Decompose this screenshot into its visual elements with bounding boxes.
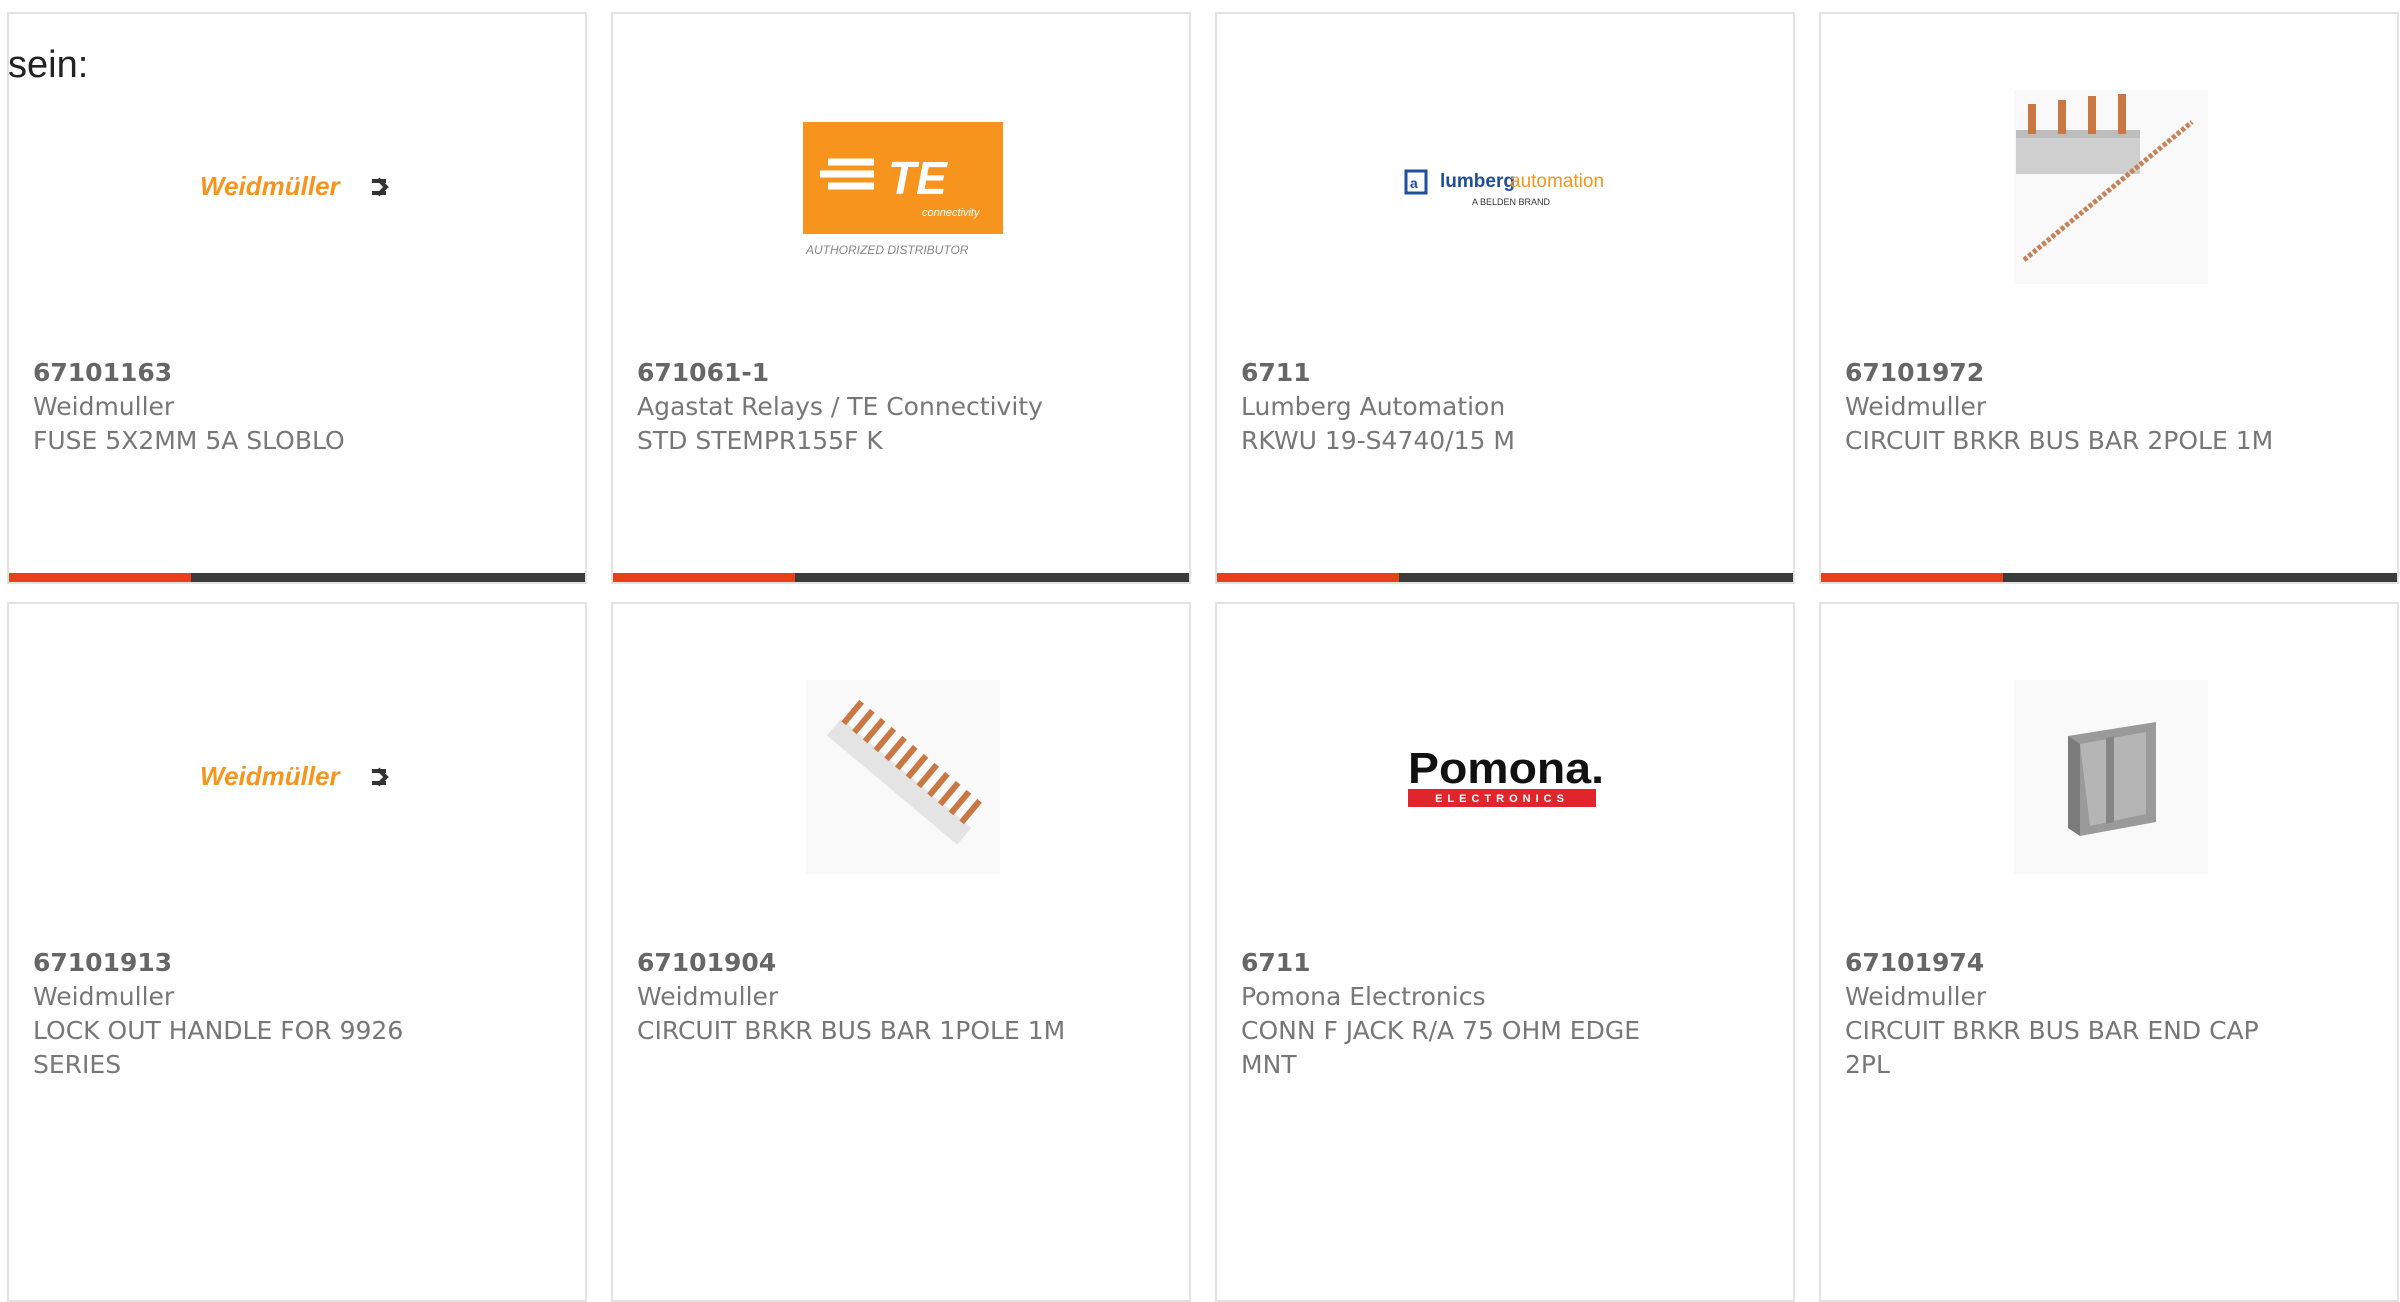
part-number[interactable]: 6711 — [1241, 356, 1701, 390]
part-number[interactable]: 67101904 — [637, 946, 1097, 980]
part-number[interactable]: 67101972 — [1845, 356, 2305, 390]
svg-text:A BELDEN BRAND: A BELDEN BRAND — [1472, 197, 1551, 207]
end-cap-image — [2006, 672, 2216, 882]
product-card[interactable]: 67101972 Weidmuller CIRCUIT BRKR BUS BAR… — [1819, 12, 2399, 584]
part-number[interactable]: 6711 — [1241, 946, 1701, 980]
svg-text:Weidmüller: Weidmüller — [200, 171, 342, 201]
part-number[interactable]: 67101974 — [1845, 946, 2305, 980]
weidmuller-logo: Weidmüller — [194, 672, 404, 882]
product-card[interactable]: 67101904 Weidmuller CIRCUIT BRKR BUS BAR… — [611, 602, 1191, 1302]
description: FUSE 5X2MM 5A SLOBLO — [33, 426, 345, 455]
part-number[interactable]: 67101163 — [33, 356, 493, 390]
part-number[interactable]: 67101913 — [33, 946, 493, 980]
svg-text:a: a — [1410, 175, 1418, 191]
description: CONN F JACK R/A 75 OHM EDGE MNT — [1241, 1016, 1641, 1079]
description: CIRCUIT BRKR BUS BAR 2POLE 1M — [1845, 426, 2274, 455]
manufacturer: Lumberg Automation — [1241, 392, 1506, 421]
part-number[interactable]: 671061-1 — [637, 356, 1097, 390]
lumberg-logo: a lumberg automation A BELDEN BRAND — [1402, 82, 1612, 292]
card-accent-bar — [1217, 573, 1793, 582]
description: RKWU 19-S4740/15 M — [1241, 426, 1515, 455]
description: CIRCUIT BRKR BUS BAR END CAP 2PL — [1845, 1016, 2259, 1079]
card-accent-bar — [9, 573, 585, 582]
svg-text:automation: automation — [1510, 171, 1604, 192]
product-card[interactable]: a lumberg automation A BELDEN BRAND 6711… — [1215, 12, 1795, 584]
busbar-2pole-image — [2006, 82, 2216, 292]
svg-text:TE: TE — [888, 152, 948, 204]
manufacturer: Weidmuller — [33, 982, 175, 1011]
busbar-1pole-image — [798, 672, 1008, 882]
product-card[interactable]: Pomona. ELECTRONICS 6711 Pomona Electron… — [1215, 602, 1795, 1302]
manufacturer: Weidmuller — [33, 392, 175, 421]
weidmuller-logo: Weidmüller — [194, 82, 404, 292]
svg-text:AUTHORIZED DISTRIBUTOR: AUTHORIZED DISTRIBUTOR — [805, 243, 969, 257]
product-card[interactable]: Weidmüller 67101913 Weidmuller LOCK OUT … — [7, 602, 587, 1302]
manufacturer: Pomona Electronics — [1241, 982, 1486, 1011]
card-accent-bar — [1821, 573, 2397, 582]
manufacturer: Agastat Relays / TE Connectivity — [637, 392, 1043, 421]
svg-text:lumberg: lumberg — [1440, 171, 1515, 192]
manufacturer: Weidmuller — [637, 982, 779, 1011]
te-connectivity-logo: TE connectivity AUTHORIZED DISTRIBUTOR — [798, 82, 1008, 292]
description: CIRCUIT BRKR BUS BAR 1POLE 1M — [637, 1016, 1066, 1045]
product-grid: Weidmüller 67101163 Weidmuller FUSE 5X2M… — [0, 12, 2399, 1302]
svg-text:Pomona.: Pomona. — [1408, 744, 1604, 793]
product-card[interactable]: TE connectivity AUTHORIZED DISTRIBUTOR 6… — [611, 12, 1191, 584]
product-card[interactable]: 67101974 Weidmuller CIRCUIT BRKR BUS BAR… — [1819, 602, 2399, 1302]
manufacturer: Weidmuller — [1845, 982, 1987, 1011]
svg-text:connectivity: connectivity — [922, 207, 981, 219]
card-accent-bar — [613, 573, 1189, 582]
manufacturer: Weidmuller — [1845, 392, 1987, 421]
description: STD STEMPR155F K — [637, 426, 883, 455]
intro-text: sein: — [8, 44, 89, 86]
product-card[interactable]: Weidmüller 67101163 Weidmuller FUSE 5X2M… — [7, 12, 587, 584]
pomona-logo: Pomona. ELECTRONICS — [1402, 672, 1612, 882]
description: LOCK OUT HANDLE FOR 9926 SERIES — [33, 1016, 404, 1079]
svg-text:ELECTRONICS: ELECTRONICS — [1435, 793, 1569, 805]
svg-text:Weidmüller: Weidmüller — [200, 761, 342, 791]
